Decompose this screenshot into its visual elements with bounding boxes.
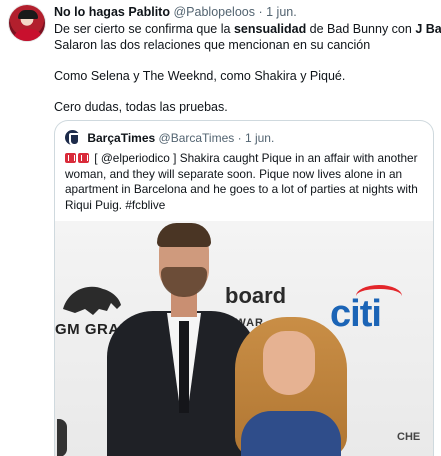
tweet-line-4: Cero dudas, todas las pruebas. [54, 99, 228, 114]
woman-face [263, 331, 315, 395]
tweet-line-1-mid: de Bad Bunny con [306, 22, 416, 36]
sign-chev: CHE [397, 431, 421, 443]
tweet-bold-jbalvin: J Balvin [415, 22, 441, 36]
quoted-line-4: Riqui Puig. #fcblive [65, 197, 166, 212]
lion-logo-icon [63, 286, 121, 315]
barcatimes-logo-icon [65, 130, 80, 146]
quoted-line-1: [ @elperiodico ] Shakira caught Pique in… [65, 151, 427, 167]
sign-citi: citi [330, 293, 382, 335]
quoted-line-2: woman, and they will separate soon. Piqu… [65, 166, 403, 181]
author-name[interactable]: No lo hagas Pablito [54, 5, 170, 19]
quoted-tweet[interactable]: BarçaTimes @BarcaTimes · 1 jun. [ @elper… [54, 120, 434, 456]
tweet-line-3: Como Selena y The Weeknd, como Shakira y… [54, 68, 346, 83]
tweet-line-1-text: De ser cierto se confirma que la [54, 22, 234, 36]
author-handle[interactable]: @Pablopeloos [173, 5, 255, 19]
quoted-line-3: apartment in Barcelona and he goes to a … [65, 182, 418, 196]
quoted-photo[interactable]: GM GRAN board AWAR citi CHE [55, 221, 433, 456]
author-avatar[interactable] [8, 4, 46, 42]
tweet-line-1: De ser cierto se confirma que la sensual… [54, 22, 441, 38]
man-hair [157, 223, 211, 247]
red-flag-icon [78, 153, 89, 163]
tweet-timestamp[interactable]: 1 jun. [266, 5, 297, 19]
quoted-timestamp[interactable]: 1 jun. [245, 131, 274, 145]
edge-logo-icon [57, 419, 67, 456]
red-flag-icon [65, 153, 76, 163]
tweet-line-2: Salaron las dos relaciones que mencionan… [54, 37, 371, 52]
quoted-separator: · [237, 131, 242, 145]
sign-board: board [225, 283, 287, 308]
quoted-line-1-text: [ @elperiodico ] Shakira caught Pique in… [91, 151, 418, 165]
quoted-header: BarçaTimes @BarcaTimes · 1 jun. [65, 130, 274, 146]
avatar-shirt [13, 29, 43, 41]
woman-dress [241, 411, 341, 456]
avatar-cap [18, 10, 38, 19]
tweet-bold-sensualidad: sensualidad [233, 22, 307, 36]
tweet-header: No lo hagas Pablito @Pablopeloos · 1 jun… [54, 5, 297, 19]
quoted-author-handle[interactable]: @BarcaTimes [159, 131, 235, 145]
tweet-text: De ser cierto se confirma que la sensual… [54, 22, 441, 115]
man-tie [179, 321, 189, 413]
header-separator: · [258, 5, 263, 19]
tweet[interactable]: No lo hagas Pablito @Pablopeloos · 1 jun… [0, 0, 441, 456]
quoted-author-name[interactable]: BarçaTimes [87, 131, 155, 145]
quoted-text: [ @elperiodico ] Shakira caught Pique in… [65, 151, 427, 213]
